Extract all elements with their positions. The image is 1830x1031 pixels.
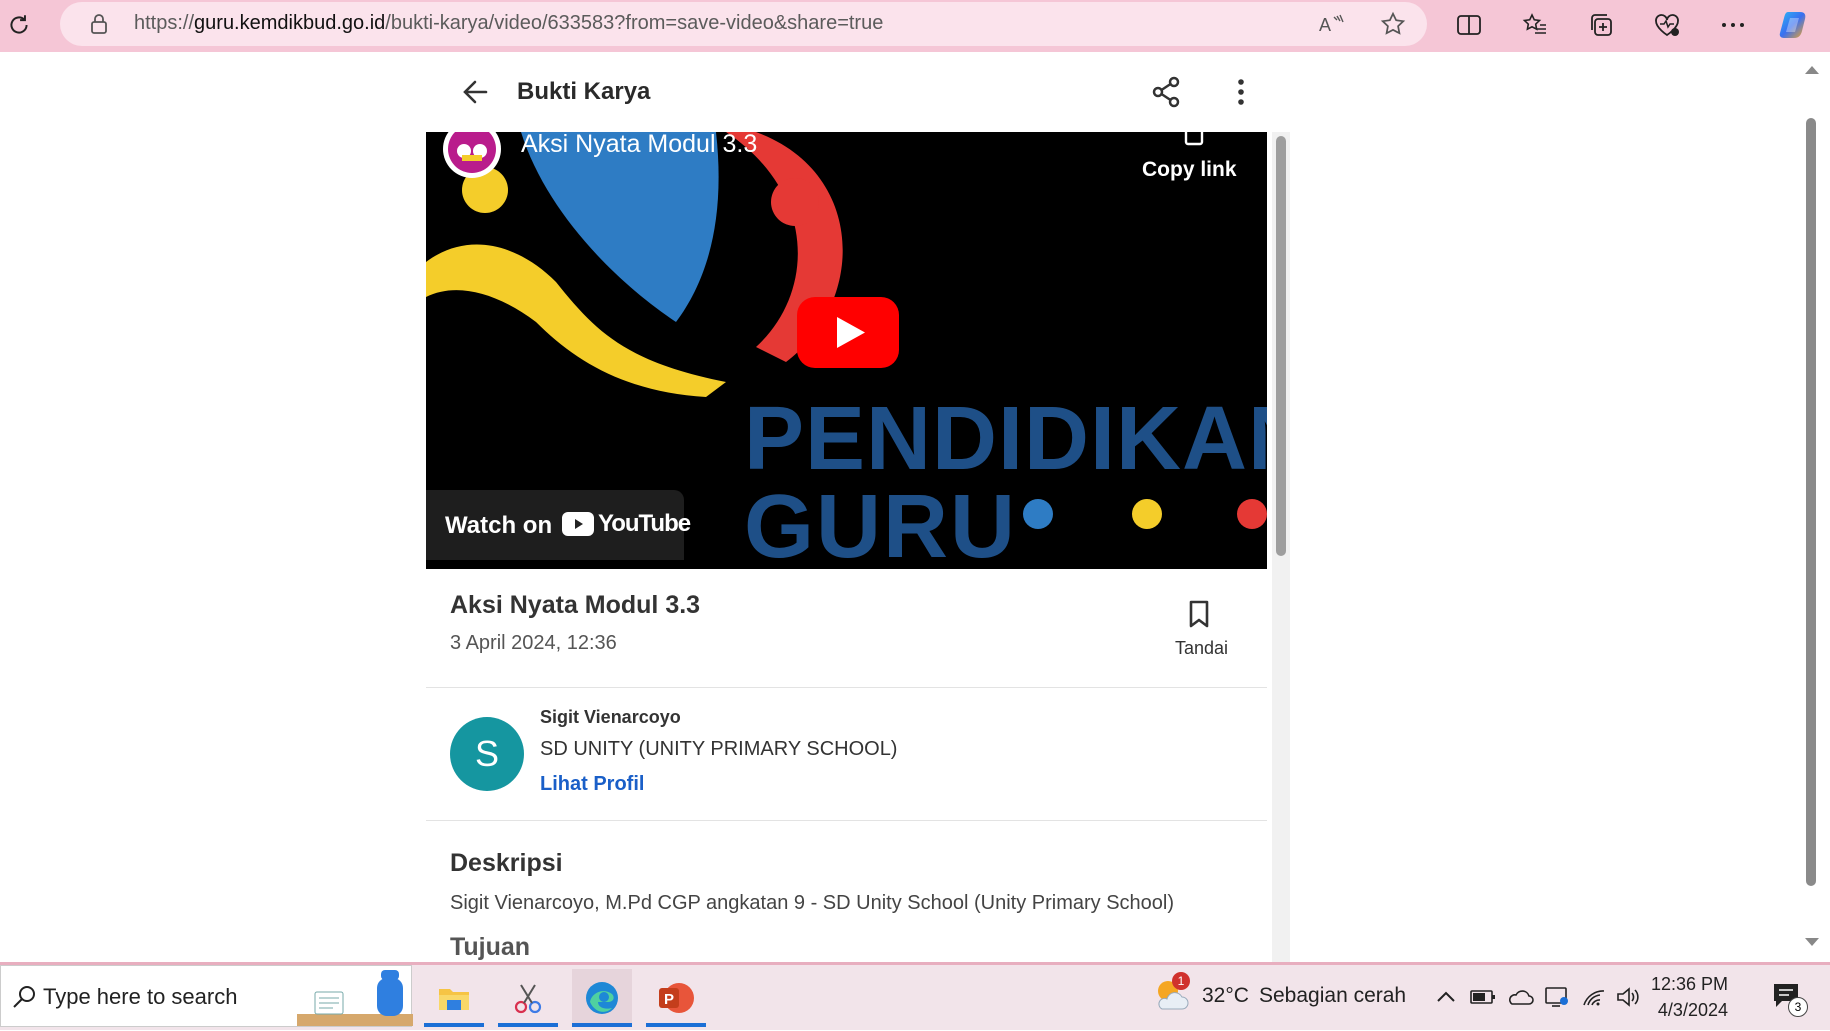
notification-count-badge: 3 (1788, 997, 1808, 1017)
scroll-up-arrow-icon[interactable] (1805, 66, 1819, 74)
watch-on-label: Watch on (445, 512, 553, 539)
svg-text:A: A (1319, 15, 1331, 35)
powerpoint-app[interactable]: P (646, 969, 706, 1027)
weather-badge: 1 (1172, 972, 1190, 990)
address-bar[interactable]: https://guru.kemdikbud.go.id/bukti-karya… (60, 2, 1427, 46)
edge-app[interactable] (572, 969, 632, 1027)
search-placeholder[interactable]: Type here to search (43, 984, 237, 1010)
avatar[interactable]: S (450, 717, 524, 791)
watch-on-youtube-button[interactable]: Watch on YouTube (426, 490, 691, 560)
page-viewport: Bukti Karya PENDIDIKAN GURU Aksi Nyata M… (0, 52, 1830, 962)
lock-icon[interactable] (82, 13, 116, 35)
author-name: Sigit Vienarcoyo (540, 707, 681, 727)
author-school: SD UNITY (UNITY PRIMARY SCHOOL) (540, 738, 898, 760)
svg-text:P: P (664, 991, 674, 1008)
more-options-icon[interactable] (1716, 8, 1750, 42)
weather-description[interactable]: Sebagian cerah (1259, 984, 1406, 1008)
onedrive-cloud-icon[interactable] (1506, 983, 1534, 1011)
description-heading: Deskripsi (450, 849, 563, 877)
favorites-list-icon[interactable] (1518, 8, 1552, 42)
clock-date: 4/3/2024 (1657, 1000, 1728, 1020)
back-arrow-icon[interactable] (456, 74, 496, 110)
battery-icon[interactable] (1469, 983, 1497, 1011)
work-date: 3 April 2024, 12:36 (450, 632, 617, 654)
page-scrollbar-thumb[interactable] (1806, 118, 1816, 886)
description-section: Deskripsi Sigit Vienarcoyo, M.Pd CGP ang… (426, 821, 1267, 962)
page-title: Bukti Karya (517, 78, 651, 105)
taskbar-search-box[interactable]: Type here to search (0, 965, 413, 1027)
app-running-indicator (424, 1023, 484, 1027)
browser-toolbar: https://guru.kemdikbud.go.id/bukti-karya… (0, 0, 1830, 52)
scroll-down-arrow-icon[interactable] (1805, 938, 1819, 946)
chevron-up-icon[interactable] (1432, 983, 1460, 1011)
split-screen-icon[interactable] (1452, 8, 1486, 42)
device-sync-icon[interactable] (1543, 983, 1571, 1011)
copilot-icon[interactable] (1778, 8, 1812, 42)
page-scrollbar[interactable] (1800, 52, 1830, 962)
bookmark-button[interactable]: Tandai (1175, 638, 1228, 659)
browser-essentials-icon[interactable] (1650, 8, 1684, 42)
play-button-icon[interactable] (797, 297, 899, 368)
file-explorer-app[interactable] (424, 969, 484, 1027)
windows-taskbar: Type here to search P 1 32°C Sebagian ce… (0, 962, 1830, 1030)
goal-heading: Tujuan (450, 933, 531, 961)
app-running-indicator (646, 1023, 706, 1027)
url-text[interactable]: https://guru.kemdikbud.go.id/bukti-karya… (134, 12, 883, 35)
work-title: Aksi Nyata Modul 3.3 (450, 591, 701, 619)
edge-icon (586, 982, 618, 1014)
snipping-tool-app[interactable] (498, 969, 558, 1027)
scissors-icon (514, 984, 542, 1014)
weather-temperature[interactable]: 32°C (1202, 984, 1249, 1008)
author-section: S Sigit Vienarcoyo SD UNITY (UNITY PRIMA… (426, 688, 1267, 821)
share-icon[interactable] (1146, 72, 1186, 112)
bookmark-icon[interactable] (1186, 599, 1212, 629)
app-running-indicator (498, 1023, 558, 1027)
app-header: Bukti Karya (426, 52, 1290, 132)
work-info: Aksi Nyata Modul 3.3 3 April 2024, 12:36… (426, 569, 1267, 688)
description-text: Sigit Vienarcoyo, M.Pd CGP angkatan 9 - … (450, 892, 1175, 914)
view-profile-link[interactable]: Lihat Profil (540, 773, 644, 796)
read-aloud-icon[interactable]: A (1314, 7, 1348, 41)
collections-icon[interactable] (1584, 8, 1618, 42)
video-player[interactable]: PENDIDIKAN GURU Aksi Nyata Modul 3.3 Cop… (426, 132, 1267, 569)
search-highlight-art-icon[interactable] (297, 968, 413, 1026)
video-title-overlay[interactable]: Aksi Nyata Modul 3.3 (521, 132, 757, 159)
copy-icon[interactable] (1180, 132, 1208, 148)
copy-link-button[interactable]: Copy link (1142, 158, 1237, 182)
content-card: Bukti Karya PENDIDIKAN GURU Aksi Nyata M… (426, 52, 1290, 962)
youtube-wordmark: YouTube (598, 510, 691, 537)
kebab-menu-icon[interactable] (1226, 72, 1256, 112)
wifi-icon[interactable] (1580, 983, 1608, 1011)
channel-avatar-icon[interactable] (443, 132, 501, 178)
favorite-star-icon[interactable] (1376, 7, 1410, 41)
inner-scrollbar-thumb[interactable] (1276, 136, 1286, 556)
folder-icon (439, 989, 469, 1010)
search-icon (11, 983, 39, 1011)
clock-time: 12:36 PM (1650, 974, 1728, 994)
thumbnail-text-guru: GURU (744, 477, 1017, 569)
taskbar-clock[interactable]: 12:36 PM 4/3/2024 (1648, 971, 1728, 1023)
app-running-indicator (572, 1023, 632, 1027)
powerpoint-icon: P (659, 983, 694, 1013)
refresh-icon[interactable] (2, 8, 36, 42)
youtube-logo-icon: YouTube (562, 510, 691, 538)
volume-icon[interactable] (1614, 983, 1642, 1011)
inner-scrollbar[interactable] (1272, 132, 1290, 962)
